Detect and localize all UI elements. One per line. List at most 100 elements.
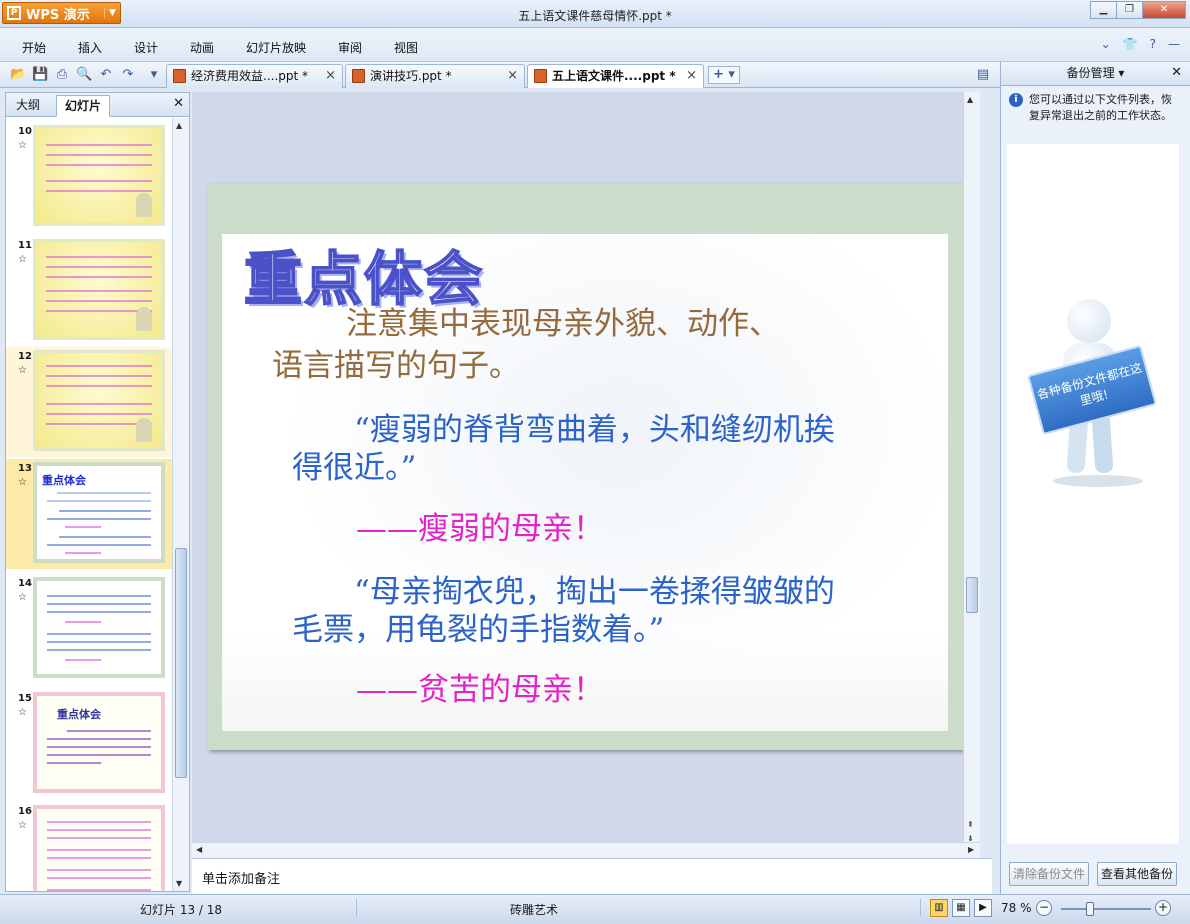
backup-manager-panel: 备份管理 ▾ ✕ i 您可以通过以下文件列表，恢复异常退出之前的工作状态。 各种… — [1000, 62, 1190, 894]
layout-switch-icon[interactable]: ▤ — [975, 67, 991, 83]
menu-home[interactable]: 开始 — [22, 39, 46, 56]
ppt-file-icon — [534, 69, 547, 83]
notes-pane[interactable]: 单击添加备注 — [192, 858, 992, 894]
save-icon[interactable]: 💾 — [32, 67, 48, 83]
slide-editing-area: 重点体会 注意集中表现母亲外貌、动作、 语言描写的句子。 “瘦弱的脊背弯曲着，头… — [192, 92, 980, 858]
close-tab-icon[interactable]: × — [686, 65, 697, 87]
slide-text-line[interactable]: 语言描写的句子。 — [272, 346, 520, 386]
slide-thumbnail-10[interactable]: 10 ☆ — [6, 122, 172, 232]
close-panel-icon[interactable]: ✕ — [1171, 62, 1182, 84]
slide-thumbnail-15[interactable]: 15 ☆ 重点体会 — [6, 689, 172, 799]
mascot-illustration: 各种备份文件都在这里哦! — [1026, 299, 1163, 489]
slide-thumbnail-13[interactable]: 13 ☆ 重点体会 — [6, 459, 172, 569]
slide-thumbnail-16[interactable]: 16 ☆ — [6, 802, 172, 891]
menu-view[interactable]: 视图 — [394, 39, 418, 56]
menu-review[interactable]: 审阅 — [338, 39, 362, 56]
redo-icon[interactable]: ↷ — [120, 67, 136, 83]
slide-horizontal-scrollbar[interactable]: ◀ ▶ — [192, 842, 980, 858]
doc-tab-chinese-lesson[interactable]: 五上语文课件....ppt * × — [527, 64, 704, 88]
slide-text-line[interactable]: 注意集中表现母亲外貌、动作、 — [346, 304, 780, 344]
slide-quote[interactable]: 毛票，用龟裂的手指数着。” — [292, 610, 664, 650]
collapse-ribbon-icon[interactable]: ⌄ — [1101, 37, 1111, 51]
animation-star-icon: ☆ — [18, 477, 27, 488]
slide-vertical-scrollbar[interactable]: ▲ ⇞ ⇟ — [963, 92, 980, 858]
slide-quote[interactable]: “母亲掏衣兜，掏出一卷揉得皱皱的 — [354, 572, 835, 612]
skin-icon[interactable]: 👕 — [1123, 37, 1138, 51]
animation-star-icon: ☆ — [18, 820, 27, 831]
print-preview-icon[interactable]: 🔍 — [76, 67, 92, 83]
zoom-slider-handle[interactable] — [1086, 902, 1094, 916]
backup-info: i 您可以通过以下文件列表，恢复异常退出之前的工作状态。 — [1007, 92, 1179, 124]
scrollbar-thumb[interactable] — [175, 548, 187, 778]
scrollbar-thumb[interactable] — [966, 577, 978, 613]
animation-star-icon: ☆ — [18, 707, 27, 718]
prev-slide-icon[interactable]: ⇞ — [967, 820, 974, 829]
doc-tab-speech[interactable]: 演讲技巧.ppt * × — [345, 64, 525, 88]
info-icon: i — [1009, 93, 1023, 107]
backup-file-list[interactable]: 各种备份文件都在这里哦! — [1007, 144, 1179, 844]
scroll-up-icon[interactable]: ▲ — [967, 95, 973, 104]
close-window-button[interactable]: ✕ — [1142, 1, 1186, 19]
slide-annotation[interactable]: ——贫苦的母亲！ — [356, 670, 604, 710]
scroll-left-icon[interactable]: ◀ — [196, 845, 202, 854]
restore-button[interactable]: ❐ — [1116, 1, 1143, 19]
close-tab-icon[interactable]: × — [507, 65, 518, 87]
slideshow-icon[interactable]: ▶ — [974, 899, 992, 917]
app-name: WPS 演示 — [26, 7, 90, 23]
menu-animation[interactable]: 动画 — [190, 39, 214, 56]
slide-number: 16 — [18, 806, 32, 817]
animation-star-icon: ☆ — [18, 140, 27, 151]
slide-sorter-icon[interactable]: ▦ — [952, 899, 970, 917]
zoom-slider[interactable] — [1061, 908, 1151, 910]
print-icon[interactable]: ⎙ — [54, 67, 70, 83]
help-icon[interactable]: ? — [1150, 37, 1156, 51]
open-folder-icon[interactable]: 📂 — [10, 67, 26, 83]
scroll-right-icon[interactable]: ▶ — [968, 845, 974, 854]
dropdown-arrow-icon: ▼ — [104, 8, 120, 18]
undo-icon[interactable]: ↶ — [98, 67, 114, 83]
slide-number: 12 — [18, 351, 32, 362]
close-tab-icon[interactable]: × — [325, 65, 336, 87]
slide-thumbnail-11[interactable]: 11 ☆ — [6, 236, 172, 346]
slide-thumbnail-12[interactable]: 12 ☆ — [6, 347, 172, 457]
view-other-backups-button[interactable]: 查看其他备份 — [1097, 862, 1177, 886]
slide-number: 14 — [18, 578, 32, 589]
thumbnail-title: 重点体会 — [42, 474, 86, 487]
panel-dropdown-icon[interactable]: ▾ — [1118, 66, 1124, 80]
close-panel-icon[interactable]: ✕ — [173, 96, 184, 111]
doc-tab-label: 五上语文课件....ppt * — [552, 69, 676, 83]
slide-counter: 幻灯片 13 / 18 — [140, 903, 223, 917]
scroll-up-icon[interactable]: ▲ — [176, 121, 182, 130]
menu-slideshow[interactable]: 幻灯片放映 — [246, 39, 306, 56]
ribbon-minimize-icon[interactable]: — — [1168, 37, 1180, 51]
menu-design[interactable]: 设计 — [134, 39, 158, 56]
tab-slides[interactable]: 幻灯片 — [56, 95, 111, 117]
slide-quote[interactable]: “瘦弱的脊背弯曲着，头和缝纫机挨 — [354, 410, 835, 450]
clear-backup-button[interactable]: 清除备份文件 — [1009, 862, 1089, 886]
doc-tab-economy[interactable]: 经济费用效益....ppt * × — [166, 64, 343, 88]
customize-dropdown-icon[interactable]: ▾ — [146, 67, 162, 83]
zoom-in-button[interactable]: + — [1155, 900, 1171, 916]
tab-outline[interactable]: 大纲 — [8, 95, 48, 117]
menu-bar: 开始 插入 设计 动画 幻灯片放映 审阅 视图 ⌄ 👕 ? — — [0, 28, 1190, 62]
menu-insert[interactable]: 插入 — [78, 39, 102, 56]
status-bar: 幻灯片 13 / 18 砖雕艺术 ▥ ▦ ▶ 78 % − + — [0, 894, 1190, 924]
quick-access-toolbar: 📂 💾 ⎙ 🔍 ↶ ↷ ▾ 经济费用效益....ppt * × 演讲技巧.ppt… — [0, 62, 1000, 88]
slide-quote[interactable]: 得很近。” — [292, 448, 416, 488]
theme-name[interactable]: 砖雕艺术 — [510, 901, 558, 918]
notes-placeholder: 单击添加备注 — [202, 872, 281, 887]
slide-thumbnail-panel: 大纲 幻灯片 ✕ 10 ☆ 11 ☆ 12 ☆ 13 ☆ 重点体会 14 ☆ 1… — [5, 92, 190, 892]
info-text: 您可以通过以下文件列表，恢复异常退出之前的工作状态。 — [1029, 93, 1172, 122]
slide-number: 10 — [18, 126, 32, 137]
current-slide[interactable]: 重点体会 注意集中表现母亲外貌、动作、 语言描写的句子。 “瘦弱的脊背弯曲着，头… — [208, 184, 965, 750]
scroll-down-icon[interactable]: ▼ — [176, 879, 182, 888]
normal-view-icon[interactable]: ▥ — [930, 899, 948, 917]
zoom-out-button[interactable]: − — [1036, 900, 1052, 916]
animation-star-icon: ☆ — [18, 592, 27, 603]
wps-app-menu-button[interactable]: P WPS 演示 ▼ — [2, 2, 121, 24]
new-tab-button[interactable]: + ▾ — [708, 66, 740, 84]
slide-thumbnail-14[interactable]: 14 ☆ — [6, 574, 172, 684]
thumbnail-scrollbar[interactable]: ▲ ▼ — [172, 118, 189, 891]
minimize-button[interactable]: ▁ — [1090, 1, 1117, 19]
slide-annotation[interactable]: ——瘦弱的母亲！ — [356, 509, 604, 549]
